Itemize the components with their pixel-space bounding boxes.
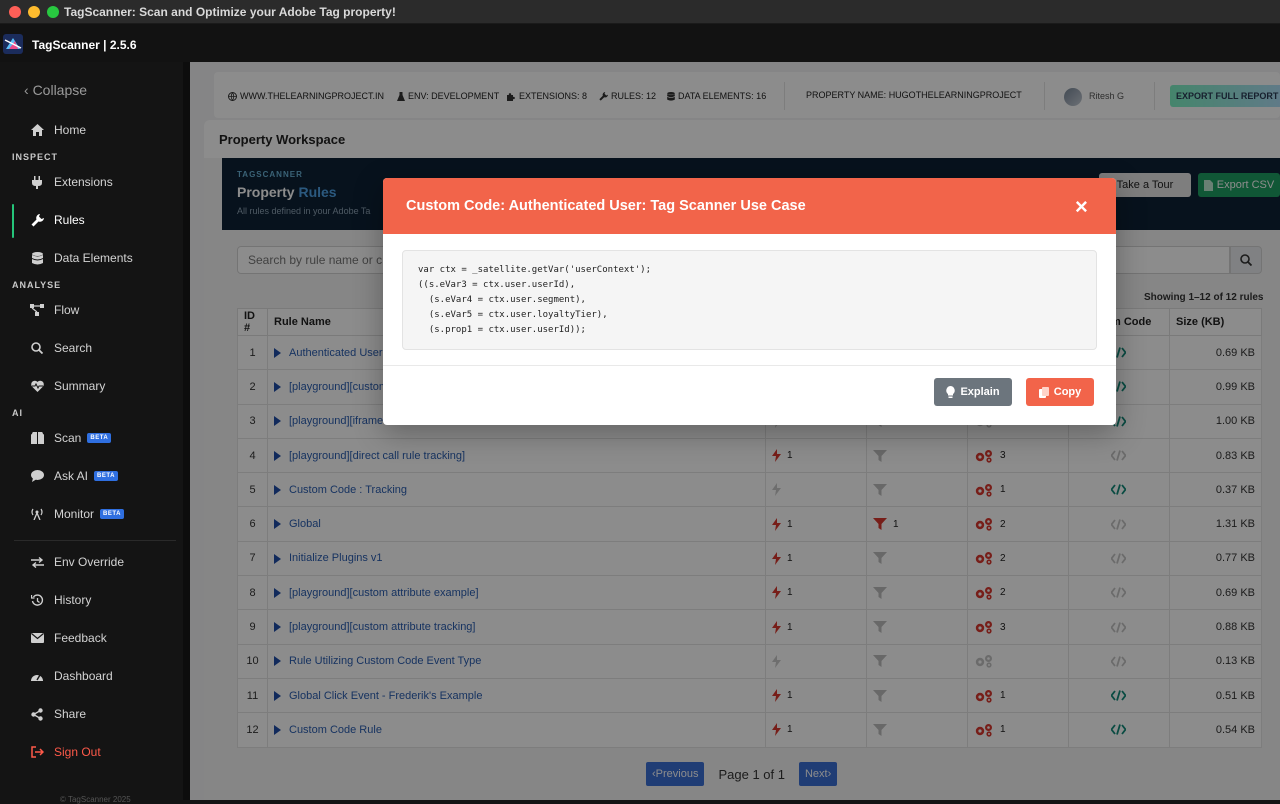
beta-badge: BETA bbox=[87, 433, 112, 443]
heartbeat-icon bbox=[30, 379, 44, 393]
section-label-inspect: INSPECT bbox=[12, 152, 59, 162]
maximize-window-button[interactable] bbox=[47, 6, 59, 18]
sidebar-item-rules[interactable]: Rules bbox=[30, 209, 85, 231]
gauge-icon bbox=[30, 669, 44, 683]
app-name: TagScanner | 2.5.6 bbox=[32, 38, 137, 52]
modal-header: Custom Code: Authenticated User: Tag Sca… bbox=[383, 178, 1116, 234]
database-icon bbox=[30, 251, 44, 265]
sidebar-item-env-override[interactable]: Env Override bbox=[30, 551, 124, 573]
sidebar: ‹ Collapse Home INSPECT Extensions Rules… bbox=[0, 62, 190, 804]
brain-icon bbox=[30, 431, 44, 445]
lightbulb-icon bbox=[946, 386, 956, 398]
sidebar-divider bbox=[14, 540, 176, 541]
minimize-window-button[interactable] bbox=[28, 6, 40, 18]
sidebar-item-sign-out[interactable]: Sign Out bbox=[30, 741, 101, 763]
sign-out-icon bbox=[30, 745, 44, 759]
close-window-button[interactable] bbox=[9, 6, 21, 18]
custom-code-modal: Custom Code: Authenticated User: Tag Sca… bbox=[383, 178, 1116, 425]
modal-divider bbox=[383, 365, 1116, 366]
wrench-icon bbox=[30, 213, 44, 227]
copy-icon bbox=[1038, 386, 1049, 398]
beta-badge: BETA bbox=[94, 471, 118, 481]
section-label-analyse: ANALYSE bbox=[12, 280, 62, 290]
copy-button[interactable]: Copy bbox=[1026, 378, 1094, 406]
active-indicator bbox=[12, 204, 14, 238]
flow-icon bbox=[30, 303, 44, 317]
sidebar-item-extensions[interactable]: Extensions bbox=[30, 171, 113, 193]
sidebar-item-search[interactable]: Search bbox=[30, 337, 92, 359]
collapse-button[interactable]: ‹ Collapse bbox=[24, 82, 87, 98]
plug-icon bbox=[30, 175, 44, 189]
sidebar-item-data-elements[interactable]: Data Elements bbox=[30, 247, 133, 269]
sidebar-item-summary[interactable]: Summary bbox=[30, 375, 105, 397]
code-block: var ctx = _satellite.getVar('userContext… bbox=[402, 250, 1097, 350]
section-label-ai: AI bbox=[12, 408, 23, 418]
beta-badge: BETA bbox=[100, 509, 124, 519]
search-icon bbox=[30, 341, 44, 355]
history-icon bbox=[30, 593, 44, 607]
app-header: TagScanner | 2.5.6 bbox=[0, 24, 1280, 62]
tagscanner-logo-icon bbox=[3, 34, 23, 54]
sidebar-item-flow[interactable]: Flow bbox=[30, 299, 79, 321]
sidebar-scrollbar[interactable] bbox=[183, 62, 190, 800]
sidebar-item-scan[interactable]: Scan BETA bbox=[30, 427, 112, 449]
home-icon bbox=[30, 123, 44, 137]
sidebar-item-feedback[interactable]: Feedback bbox=[30, 627, 107, 649]
sidebar-item-ask-ai[interactable]: Ask AI BETA bbox=[30, 465, 118, 487]
envelope-icon bbox=[30, 631, 44, 645]
sidebar-item-home[interactable]: Home bbox=[30, 119, 86, 141]
broadcast-tower-icon bbox=[30, 507, 44, 521]
close-icon[interactable]: × bbox=[1075, 196, 1088, 218]
share-icon bbox=[30, 707, 44, 721]
window-title: TagScanner: Scan and Optimize your Adobe… bbox=[64, 5, 396, 19]
exchange-icon bbox=[30, 555, 44, 569]
sidebar-item-monitor[interactable]: Monitor BETA bbox=[30, 503, 124, 525]
explain-button[interactable]: Explain bbox=[934, 378, 1012, 406]
sidebar-item-dashboard[interactable]: Dashboard bbox=[30, 665, 113, 687]
sidebar-item-history[interactable]: History bbox=[30, 589, 91, 611]
modal-backdrop[interactable] bbox=[190, 62, 1280, 800]
chat-icon bbox=[30, 469, 44, 483]
sidebar-item-share[interactable]: Share bbox=[30, 703, 86, 725]
modal-title: Custom Code: Authenticated User: Tag Sca… bbox=[406, 198, 806, 214]
window-titlebar: TagScanner: Scan and Optimize your Adobe… bbox=[0, 0, 1280, 24]
